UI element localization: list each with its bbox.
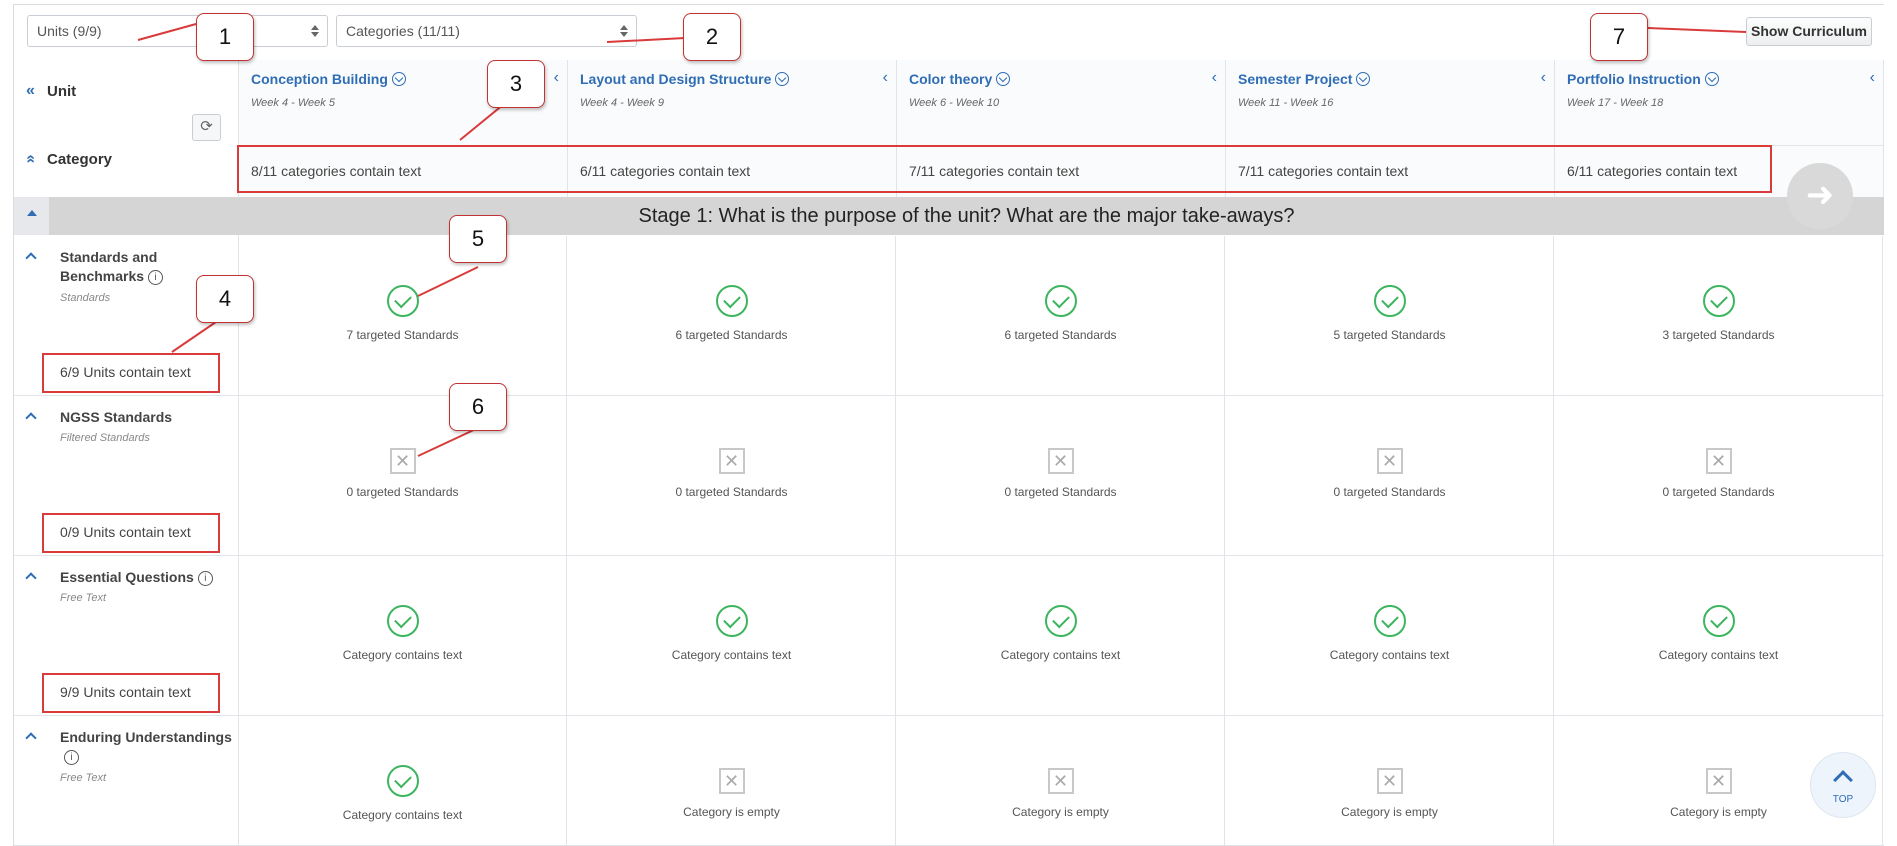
callout-3: 3 bbox=[487, 60, 545, 108]
annotation-pointers bbox=[137, 23, 1747, 457]
callout-6: 6 bbox=[449, 383, 507, 431]
callout-5: 5 bbox=[449, 215, 507, 263]
callout-7: 7 bbox=[1590, 13, 1648, 61]
callout-2: 2 bbox=[683, 13, 741, 61]
callout-1: 1 bbox=[196, 13, 254, 61]
callout-4: 4 bbox=[196, 275, 254, 323]
